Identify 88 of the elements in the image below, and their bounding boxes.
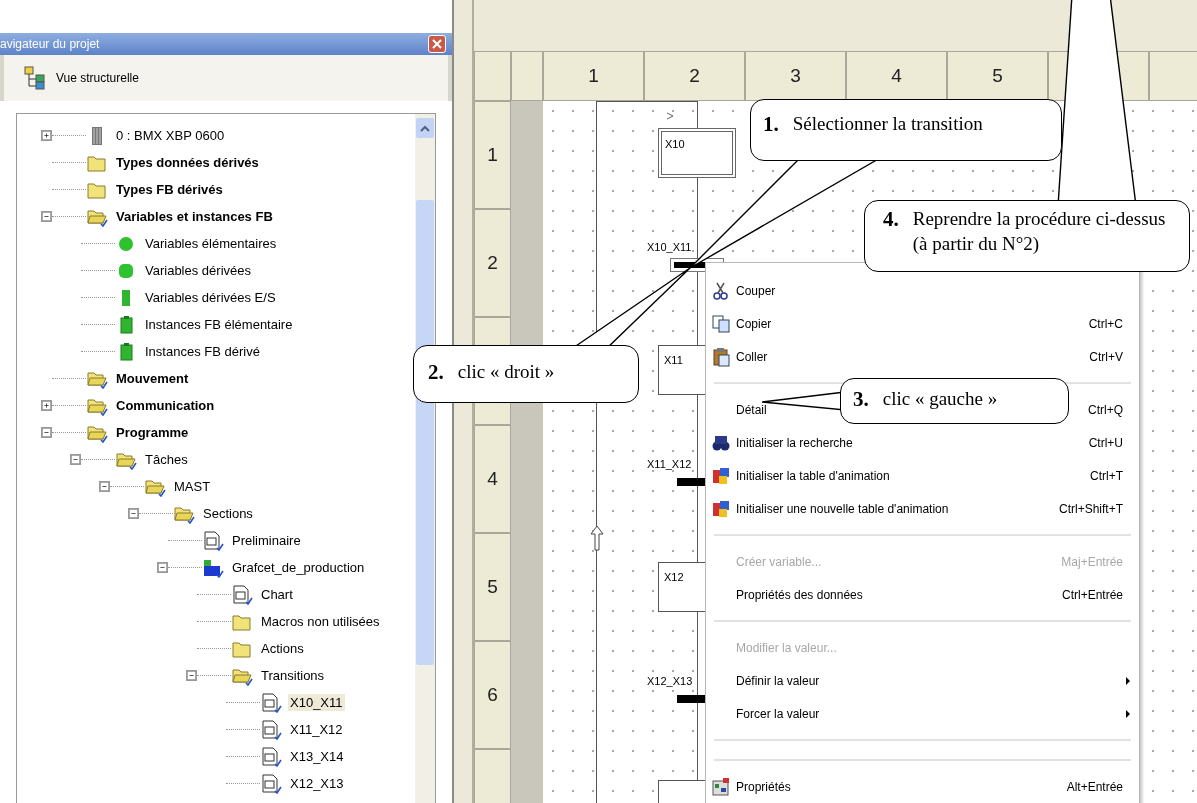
close-button[interactable]: [428, 35, 446, 53]
menu-item[interactable]: Propriétés Alt+Entrée: [706, 770, 1131, 803]
properties-icon: [711, 776, 731, 797]
up-arrow-icon: [589, 525, 605, 551]
expander-toggle[interactable]: [41, 130, 52, 141]
submenu-arrow-icon: [1125, 709, 1131, 719]
tree-item[interactable]: Chart: [259, 586, 295, 603]
tree-structure-icon: [24, 66, 46, 90]
row-header: 1: [474, 101, 511, 209]
row-header: 4: [474, 425, 511, 533]
view-label: Vue structurelle: [56, 71, 139, 85]
tree-item[interactable]: Sections: [201, 505, 255, 522]
ld-document-icon: [260, 773, 282, 794]
tree-item[interactable]: Actions: [259, 640, 306, 657]
column-header: 5: [947, 51, 1048, 101]
expander-toggle[interactable]: [186, 670, 197, 681]
transition-label: X10_X11: [647, 241, 692, 253]
tree-item[interactable]: Instances FB élémentaire: [143, 316, 295, 333]
callout-text: Sélectionner la transition: [792, 112, 983, 136]
panel-title: avigateur du projet: [0, 37, 100, 51]
expander-toggle[interactable]: [41, 400, 52, 411]
tree-item[interactable]: Variables dérivées E/S: [143, 289, 278, 306]
tree-item[interactable]: X10_X11: [288, 694, 345, 711]
callout-text: Reprendre la procédure ci-dessus (à partir du N°2): [912, 207, 1167, 256]
copy-icon: [711, 313, 731, 334]
expander-toggle[interactable]: [99, 481, 110, 492]
tree-item[interactable]: Variables dérivées: [143, 262, 253, 279]
ld-document-icon: [260, 692, 282, 713]
ld-document-icon: [260, 719, 282, 740]
menu-item[interactable]: Initialiser la table d'animation Ctrl+T: [706, 459, 1131, 492]
menu-item[interactable]: Initialiser la recherche Ctrl+U: [706, 426, 1131, 459]
tree-item[interactable]: Preliminaire: [230, 532, 303, 549]
tree-item[interactable]: Programme: [114, 424, 191, 441]
tree-item[interactable]: Types données dérivés: [114, 154, 261, 171]
step-box[interactable]: X10: [658, 128, 736, 178]
menu-item[interactable]: Copier Ctrl+C: [706, 307, 1131, 340]
tree-item[interactable]: Communication: [114, 397, 217, 414]
expander-toggle[interactable]: [70, 454, 81, 465]
column-header: 3: [745, 51, 846, 101]
tree-item[interactable]: X11_X12: [288, 721, 345, 738]
expander-toggle[interactable]: [157, 562, 168, 573]
callout-number: 1.: [763, 112, 779, 137]
expander-toggle[interactable]: [128, 508, 139, 519]
submenu-arrow-icon: [1125, 676, 1131, 686]
tree-item[interactable]: Macros non utilisées: [259, 613, 382, 630]
transition-label: X12_X13: [647, 675, 693, 687]
column-header: 1: [543, 51, 644, 101]
animation-table-icon: [711, 498, 731, 519]
row-header: 2: [474, 209, 511, 317]
expander-toggle[interactable]: [41, 211, 52, 222]
scroll-up-button[interactable]: [416, 118, 434, 138]
scissors-icon: [711, 280, 731, 301]
callout-text: clic « gauche »: [882, 387, 998, 411]
callout-number: 2.: [428, 360, 444, 385]
animation-table-icon: [711, 465, 731, 486]
fc-document-icon: [231, 584, 253, 605]
tree-item[interactable]: Variables élémentaires: [143, 235, 279, 252]
menu-item[interactable]: Forcer la valeur: [706, 697, 1131, 730]
close-icon: [432, 39, 442, 49]
transition-label: X11_X12: [647, 458, 692, 470]
clipboard-icon: [711, 346, 731, 367]
menu-item[interactable]: Définir la valeur: [706, 664, 1131, 697]
callout-number: 3.: [853, 387, 869, 412]
row-header: 5: [474, 533, 511, 641]
tree-item[interactable]: 0 : BMX XBP 0600: [114, 127, 227, 144]
column-header: 2: [644, 51, 745, 101]
menu-item[interactable]: Couper: [706, 274, 1131, 307]
tree-item[interactable]: X12_X13: [288, 775, 346, 792]
menu-item[interactable]: Initialiser une nouvelle table d'animation Ctrl+Shift+T: [706, 492, 1131, 525]
column-header: 4: [846, 51, 947, 101]
tree-item[interactable]: X13_X14: [288, 748, 346, 765]
expander-toggle[interactable]: [41, 427, 52, 438]
callout-number: 4.: [883, 207, 899, 232]
tree-item[interactable]: Grafcet_de_production: [230, 559, 367, 576]
scroll-up-icon: [420, 124, 430, 132]
row-header: 6: [474, 641, 511, 749]
tree-item[interactable]: Mouvement: [114, 370, 191, 387]
tree-item[interactable]: Instances FB dérivé: [143, 343, 262, 360]
ld-document-icon: [260, 746, 282, 767]
header-cell: [511, 51, 543, 101]
tree-item[interactable]: MAST: [172, 478, 213, 495]
sfc-icon: [202, 557, 224, 578]
tree-item[interactable]: Tâches: [143, 451, 190, 468]
callout-text: clic « droit »: [457, 360, 555, 384]
tree-item[interactable]: Types FB dérivés: [114, 181, 225, 198]
ld-document-icon: [202, 530, 224, 551]
tree-item[interactable]: Variables et instances FB: [114, 208, 275, 225]
tree-item[interactable]: Transitions: [259, 667, 327, 684]
